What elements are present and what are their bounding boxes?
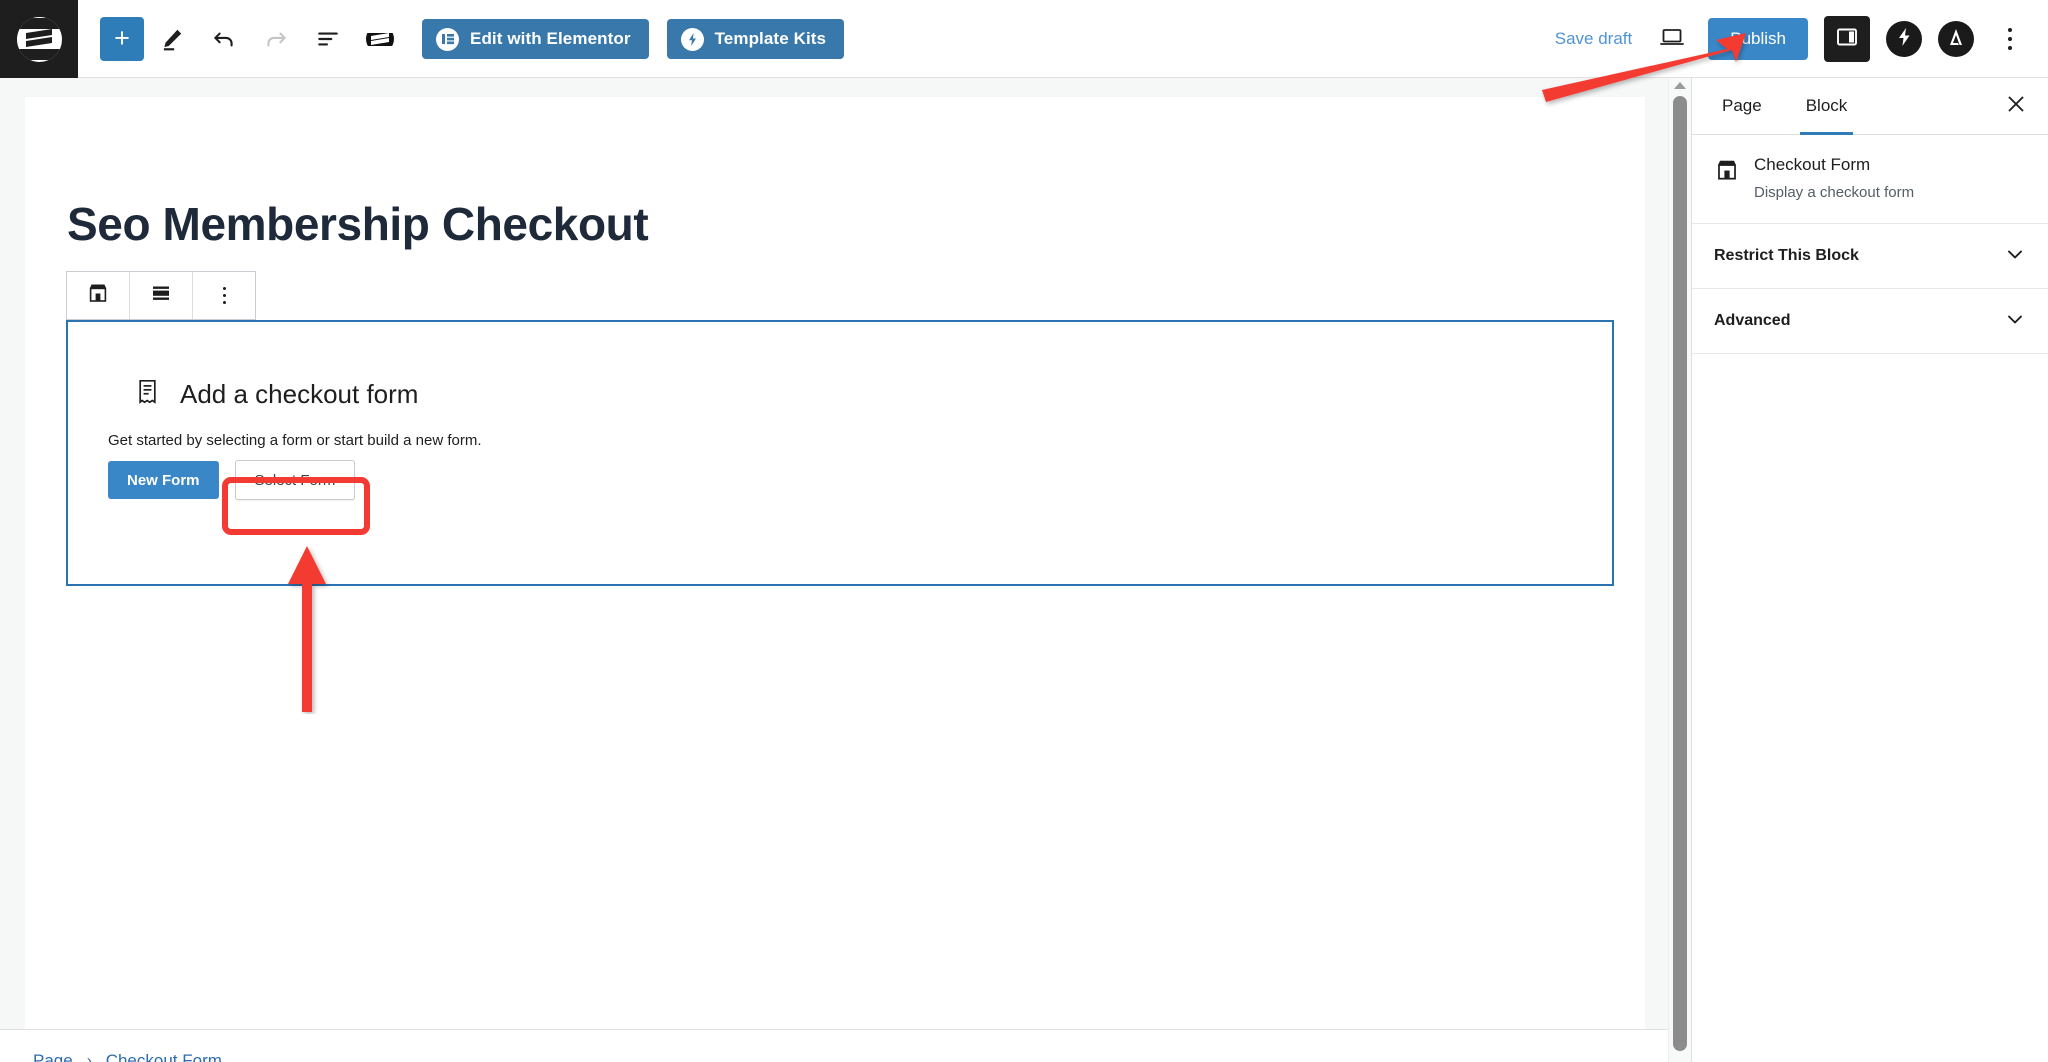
block-type-button[interactable] bbox=[67, 272, 130, 319]
new-form-button[interactable]: New Form bbox=[108, 461, 219, 499]
template-kits-icon bbox=[680, 27, 704, 51]
close-sidebar-button[interactable] bbox=[1998, 88, 2034, 124]
toolbar-left-group: + Edit with Elementor Template Kits bbox=[100, 0, 845, 78]
redo-arrow-icon bbox=[263, 26, 289, 52]
selected-block-description: Display a checkout form bbox=[1754, 184, 1915, 201]
vertical-ellipsis-icon bbox=[2008, 46, 2012, 50]
canvas-scrollbar[interactable] bbox=[1668, 78, 1691, 1062]
astra-logo-icon bbox=[1945, 26, 1967, 53]
save-draft-button[interactable]: Save draft bbox=[1541, 29, 1647, 49]
document-outline-icon bbox=[315, 26, 341, 52]
editor-canvas[interactable]: Seo Membership Checkout Add a checkout f… bbox=[25, 97, 1645, 1041]
breadcrumb-item-checkout-form[interactable]: Checkout Form bbox=[106, 1051, 222, 1062]
breadcrumb: Page › Checkout Form bbox=[0, 1029, 1690, 1062]
scrollbar-thumb[interactable] bbox=[1673, 96, 1687, 1051]
wordpress-block-editor: + Edit with Elementor Template Kits Save… bbox=[0, 0, 2048, 1062]
settings-sidebar-toggle[interactable] bbox=[1824, 16, 1870, 62]
edit-with-elementor-label: Edit with Elementor bbox=[470, 29, 631, 48]
checkout-form-block[interactable]: Add a checkout form Get started by selec… bbox=[66, 320, 1614, 586]
settings-sidebar: Page Block Checkout Form Display a check… bbox=[1691, 78, 2048, 1062]
select-form-highlight-annotation bbox=[222, 477, 370, 535]
template-kits-button[interactable]: Template Kits bbox=[666, 19, 845, 59]
scroll-up-arrow-icon[interactable] bbox=[1674, 82, 1686, 89]
breadcrumb-item-page[interactable]: Page bbox=[33, 1051, 73, 1062]
brand-logo-icon bbox=[365, 24, 395, 54]
chevron-down-icon bbox=[2004, 308, 2026, 335]
placeholder-title: Add a checkout form bbox=[180, 378, 419, 409]
preview-button[interactable] bbox=[1646, 15, 1698, 63]
tab-block[interactable]: Block bbox=[1784, 78, 1870, 135]
publish-button[interactable]: Publish bbox=[1708, 18, 1808, 60]
close-icon bbox=[2005, 93, 2027, 120]
align-full-width-icon bbox=[149, 281, 173, 310]
vertical-ellipsis-icon bbox=[2008, 28, 2012, 32]
vertical-ellipsis-icon bbox=[222, 287, 226, 304]
block-toolbar bbox=[66, 271, 256, 320]
settings-tabs: Page Block bbox=[1692, 78, 2048, 135]
undo-arrow-icon bbox=[211, 26, 237, 52]
astra-plugin-button[interactable] bbox=[1938, 21, 1974, 57]
panel-restrict-this-block[interactable]: Restrict This Block bbox=[1692, 224, 2048, 289]
placeholder-description: Get started by selecting a form or start… bbox=[108, 432, 482, 449]
editor-canvas-region: Seo Membership Checkout Add a checkout f… bbox=[0, 78, 1690, 1062]
template-kits-label: Template Kits bbox=[714, 29, 827, 48]
elementor-icon bbox=[436, 27, 459, 51]
panel-advanced-label: Advanced bbox=[1714, 312, 1791, 329]
block-align-button[interactable] bbox=[130, 272, 193, 319]
lightning-bolt-icon bbox=[1893, 26, 1915, 53]
wordpress-logo-button[interactable] bbox=[0, 0, 78, 78]
panel-advanced[interactable]: Advanced bbox=[1692, 289, 2048, 354]
breadcrumb-separator: › bbox=[86, 1052, 92, 1062]
selected-block-card: Checkout Form Display a checkout form bbox=[1692, 135, 2048, 224]
undo-button[interactable] bbox=[200, 15, 248, 63]
settings-sidebar-icon bbox=[1834, 24, 1860, 55]
panel-restrict-label: Restrict This Block bbox=[1714, 247, 1859, 264]
edit-with-elementor-button[interactable]: Edit with Elementor bbox=[422, 19, 649, 59]
brand-logo-icon bbox=[16, 16, 62, 62]
pencil-tools-icon bbox=[159, 26, 185, 52]
lightning-plugin-button[interactable] bbox=[1886, 21, 1922, 57]
storefront-icon bbox=[86, 281, 110, 310]
list-view-button[interactable] bbox=[304, 15, 352, 63]
tools-button[interactable] bbox=[148, 15, 196, 63]
selected-block-info: Checkout Form Display a checkout form bbox=[1754, 155, 1914, 201]
editor-top-toolbar: + Edit with Elementor Template Kits Save… bbox=[0, 0, 2048, 78]
chevron-down-icon bbox=[2004, 243, 2026, 270]
selected-block-title: Checkout Form bbox=[1754, 155, 1871, 174]
block-more-options-button[interactable] bbox=[193, 272, 255, 319]
tab-page[interactable]: Page bbox=[1700, 78, 1784, 134]
placeholder-header: Add a checkout form bbox=[134, 378, 418, 410]
vertical-ellipsis-icon bbox=[2008, 37, 2012, 41]
desktop-preview-icon bbox=[1658, 23, 1686, 56]
more-options-button[interactable] bbox=[1988, 15, 2032, 63]
page-title[interactable]: Seo Membership Checkout bbox=[67, 197, 649, 251]
storefront-icon bbox=[1714, 157, 1740, 201]
redo-button[interactable] bbox=[252, 15, 300, 63]
receipt-form-icon bbox=[134, 378, 161, 410]
plus-icon: + bbox=[114, 22, 130, 53]
toolbar-right-group: Save draft Publish bbox=[1541, 0, 2032, 78]
add-block-button[interactable]: + bbox=[100, 17, 144, 61]
brand-plugin-button[interactable] bbox=[356, 15, 404, 63]
